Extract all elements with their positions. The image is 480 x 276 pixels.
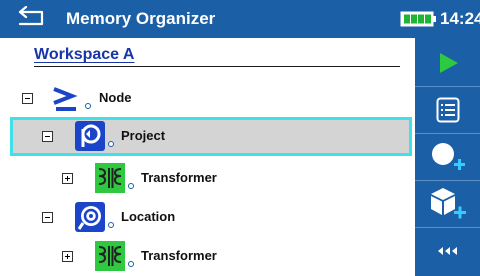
- workspace-title: Workspace A: [34, 46, 135, 63]
- transformer-icon: [95, 163, 125, 193]
- start-button[interactable]: [415, 40, 480, 86]
- node-dot: [85, 103, 91, 109]
- add-structure-icon: [430, 188, 466, 219]
- node-dot: [108, 141, 114, 147]
- tree-item-label: Location: [121, 209, 176, 224]
- clock: 14:24: [440, 9, 480, 28]
- more-icon: [437, 247, 457, 255]
- collapse-icon[interactable]: [42, 131, 53, 142]
- location-icon: [75, 202, 105, 232]
- tree-item-node[interactable]: Node: [0, 78, 412, 118]
- side-panel: [415, 38, 480, 276]
- add-measurement-button[interactable]: [415, 134, 480, 180]
- tree-item-transformer[interactable]: Transformer: [0, 236, 412, 276]
- node-dot: [128, 183, 134, 189]
- more-button[interactable]: [415, 228, 480, 274]
- node-dot: [108, 222, 114, 228]
- list-icon: [436, 97, 459, 123]
- tree-item-transformer[interactable]: Transformer: [0, 158, 412, 198]
- battery-icon: [400, 11, 436, 27]
- project-icon: [75, 121, 105, 151]
- transformer-icon: [95, 241, 125, 271]
- collapse-icon[interactable]: [42, 212, 53, 223]
- title-bar: Memory Organizer 14:24: [0, 0, 480, 38]
- expand-icon[interactable]: [62, 173, 73, 184]
- tree-item-project[interactable]: Project: [10, 117, 412, 156]
- node-dot: [128, 261, 134, 267]
- tree-item-label: Transformer: [141, 248, 217, 263]
- node-icon: [53, 87, 78, 111]
- tree-item-label: Project: [121, 128, 166, 143]
- add-measurement-icon: [431, 143, 465, 170]
- play-icon: [439, 53, 458, 73]
- expand-icon[interactable]: [62, 251, 73, 262]
- back-arrow-icon[interactable]: [14, 6, 50, 32]
- collapse-icon[interactable]: [22, 93, 33, 104]
- page-title: Memory Organizer: [66, 9, 216, 28]
- tree-item-label: Node: [99, 90, 132, 105]
- tree-item-location[interactable]: Location: [0, 197, 412, 237]
- tree-item-label: Transformer: [141, 170, 217, 185]
- view-list-button[interactable]: [415, 87, 480, 133]
- workspace-divider: [34, 66, 400, 67]
- add-structure-button[interactable]: [415, 181, 480, 227]
